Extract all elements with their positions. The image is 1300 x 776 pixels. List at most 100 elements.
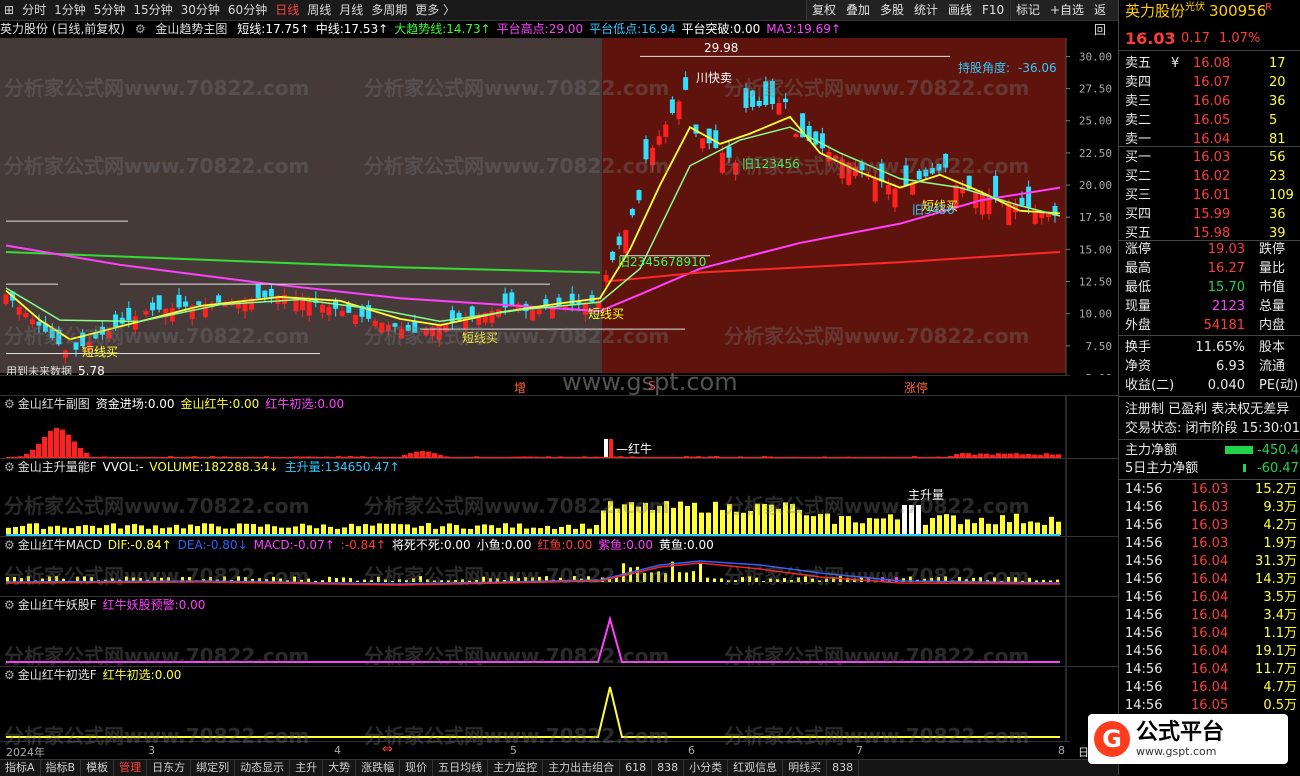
indicator-tab[interactable]: 红观信息 <box>728 760 784 776</box>
toolbar-button[interactable]: 标记 <box>1010 0 1046 20</box>
volume-bar <box>251 524 256 535</box>
candle-body <box>16 306 22 315</box>
macd-bar <box>391 580 394 582</box>
volume-bar <box>923 524 928 535</box>
macd-bar <box>643 572 646 582</box>
volume-bar <box>1049 516 1054 535</box>
period-tab[interactable]: 15分钟 <box>129 0 176 20</box>
drag-handle-icon[interactable]: ⇔ <box>382 742 393 757</box>
macd-bar <box>622 563 625 582</box>
period-tab[interactable]: 60分钟 <box>224 0 271 20</box>
sector-tag[interactable]: 光伏 <box>1185 0 1205 17</box>
macd-bar <box>657 571 660 582</box>
tick-volume: 31.3万 <box>1255 554 1297 569</box>
indicator-tab[interactable]: 日东方 <box>147 760 192 776</box>
indicator-number: 19.69↑ <box>796 22 841 36</box>
indicator-tab[interactable]: 大势 <box>323 760 357 776</box>
divider <box>1119 335 1300 336</box>
tick-time: 14:56 <box>1125 680 1163 695</box>
volume-bar <box>279 527 284 535</box>
period-tab[interactable]: 5分钟 <box>90 0 130 20</box>
toolbar-button[interactable]: 叠加 <box>840 0 876 20</box>
fund-bar <box>42 436 47 458</box>
y-tick-label: 7.50 <box>1086 340 1113 353</box>
stat-value: 11.65% <box>1195 340 1245 355</box>
indicator-tab[interactable]: 838 <box>827 760 860 776</box>
period-tab[interactable]: 日线 <box>271 0 303 20</box>
stat-label: 外盘 <box>1125 318 1152 333</box>
indicator-tab[interactable]: 小分类 <box>684 760 729 776</box>
toolbar-button[interactable]: 统计 <box>908 0 944 20</box>
tick-row: 14:56 16.03 15.2万 <box>1119 481 1300 499</box>
stat-row: 净资 6.93 流通 <box>1119 357 1300 376</box>
indicator-tab[interactable]: 618 <box>620 760 653 776</box>
volume-bar <box>139 525 144 535</box>
indicator-tab[interactable]: 明线买 <box>783 760 828 776</box>
period-tab[interactable]: 分时 <box>18 0 50 20</box>
macd-bar <box>314 580 317 582</box>
volume-bar <box>685 506 690 535</box>
volume-bar <box>1000 515 1005 535</box>
volume-bar <box>265 524 270 535</box>
settings-icon[interactable]: ⚙ <box>135 22 146 36</box>
candle-body <box>819 133 825 149</box>
volume-bar <box>755 503 760 535</box>
toolbar-button[interactable]: 复权 <box>806 0 842 20</box>
toolbar-button[interactable]: 返回 <box>1088 0 1118 37</box>
candle-body <box>610 251 616 261</box>
candle-body <box>36 321 42 326</box>
volume-bar <box>706 512 711 535</box>
period-tab[interactable]: 1分钟 <box>50 0 90 20</box>
panel-chart: 1.000.50 <box>6 597 1067 667</box>
period-tab[interactable]: 周线 <box>303 0 335 20</box>
volume-bar <box>986 523 991 535</box>
toolbar-button[interactable]: 多股 <box>874 0 910 20</box>
volume-bar <box>244 523 249 535</box>
toolbar-button[interactable]: F10 <box>976 0 1010 20</box>
indicator-panel: ⚙金山红牛妖股F红牛妖股预警:0.001.000.50 <box>0 596 1118 667</box>
indicator-tab[interactable]: 指标B <box>41 760 82 776</box>
indicator-tab[interactable]: 指标A <box>0 760 41 776</box>
volume-bar <box>601 510 606 535</box>
volume-bar <box>916 505 921 535</box>
volume-bar <box>1007 522 1012 535</box>
indicator-panel: ⚙ 金山红牛副图 资金进场:0.00 金山红牛:0.00 红牛初选:0.00 —红牛 <box>0 395 1118 459</box>
period-tab[interactable]: 更多 〉 <box>411 0 459 20</box>
candle-body <box>616 236 622 246</box>
candle-body <box>339 310 345 316</box>
indicator-tab[interactable]: 主升 <box>290 760 324 776</box>
volume-bar <box>699 512 704 535</box>
candle-body <box>943 153 949 168</box>
period-tab[interactable]: 月线 <box>335 0 367 20</box>
indicator-tab[interactable]: 五日均线 <box>433 760 489 776</box>
indicator-name[interactable]: 金山趋势主图 <box>155 22 227 36</box>
period-tab[interactable]: 多周期 <box>367 0 411 20</box>
indicator-tab[interactable]: 主力出击组合 <box>543 760 621 776</box>
indicator-tab[interactable]: 838 <box>652 760 685 776</box>
indicator-tab[interactable]: 绑定列 <box>191 760 236 776</box>
grid-icon[interactable]: ⊞ <box>0 0 18 20</box>
fund-bar <box>54 428 59 458</box>
volume-bar <box>62 527 67 535</box>
candle-body <box>392 323 398 327</box>
indicator-tab[interactable]: 涨跌幅 <box>356 760 401 776</box>
indicator-tab[interactable]: 动态显示 <box>235 760 291 776</box>
macd-bar <box>797 577 800 582</box>
tick-price: 16.04 <box>1191 662 1229 677</box>
stat-value: 16.27 <box>1207 261 1245 276</box>
fund-bar <box>30 449 35 458</box>
ask-volume: 5 <box>1269 113 1278 128</box>
toolbar-button[interactable]: 画线 <box>942 0 978 20</box>
indicator-tab[interactable]: 模板 <box>81 760 115 776</box>
indicator-tab[interactable]: 管理 <box>114 760 148 776</box>
fast-sell-label: 川快卖 <box>696 71 732 85</box>
signal-line <box>6 615 1060 663</box>
stat-label: 收益(二) <box>1125 378 1175 393</box>
toolbar-button[interactable]: +自选 <box>1044 0 1090 20</box>
indicator-tab[interactable]: 主力监控 <box>488 760 544 776</box>
macd-bar <box>272 576 275 582</box>
period-tab[interactable]: 30分钟 <box>177 0 224 20</box>
candlestick-chart[interactable]: 30.00 27.50 25.00 22.50 20.00 17.50 15.00 12.50… <box>0 38 1118 375</box>
candle-body <box>623 230 629 254</box>
indicator-tab[interactable]: 现价 <box>400 760 434 776</box>
